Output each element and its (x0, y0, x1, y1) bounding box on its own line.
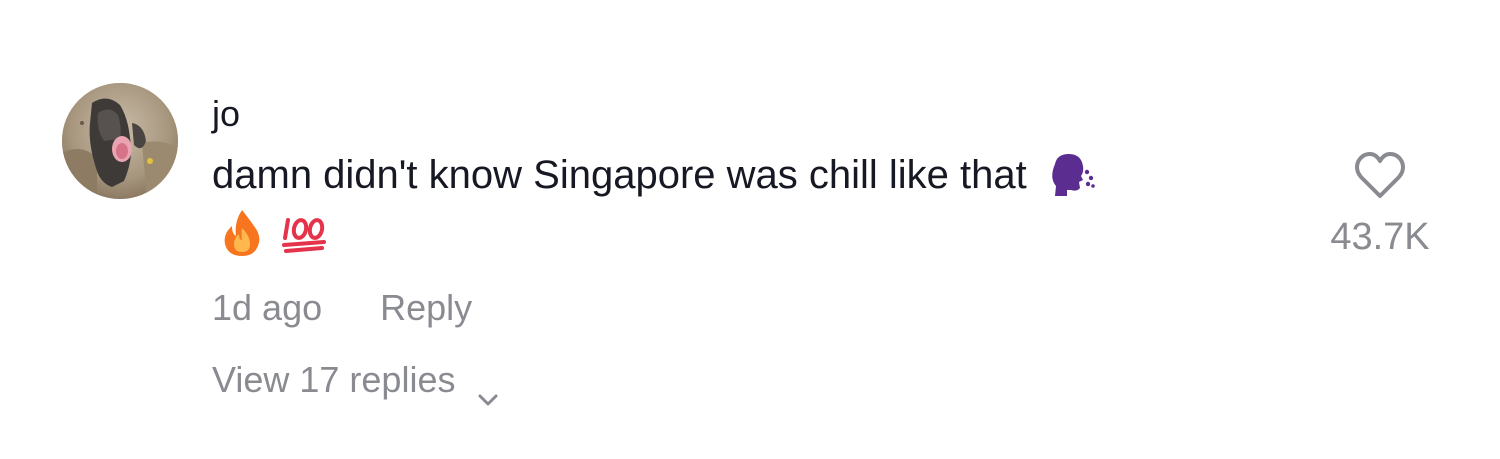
comment-meta: 1d ago Reply (212, 286, 472, 330)
username[interactable]: jo (212, 92, 240, 136)
avatar[interactable] (62, 83, 178, 199)
reply-button[interactable]: Reply (380, 286, 472, 330)
avatar-image (62, 83, 178, 199)
comment-text-row: damn didn't know Singapore was chill lik… (212, 150, 1097, 200)
like-section: 43.7K (1300, 150, 1460, 260)
hundred-points-icon (280, 212, 328, 254)
timestamp: 1d ago (212, 287, 323, 328)
comment-item: jo damn didn't know Singapore was chill … (0, 0, 1500, 459)
view-replies-button[interactable]: View 17 replies (212, 358, 499, 406)
speaking-head-icon (1047, 150, 1097, 200)
comment-text: damn didn't know Singapore was chill lik… (212, 153, 1027, 197)
fire-icon (220, 208, 264, 258)
like-count: 43.7K (1330, 216, 1430, 258)
view-replies-label: View 17 replies (212, 359, 456, 400)
reaction-emoji-row (220, 208, 328, 258)
chevron-down-icon (477, 374, 499, 406)
heart-icon[interactable] (1353, 150, 1407, 202)
